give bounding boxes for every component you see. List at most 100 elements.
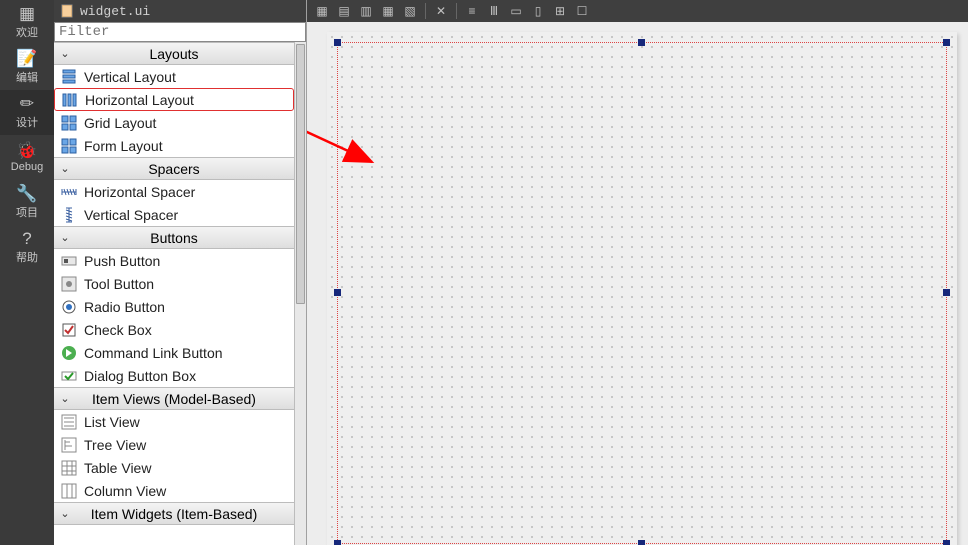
design-canvas[interactable]	[307, 22, 968, 545]
file-tab-name[interactable]: widget.ui	[80, 4, 150, 19]
radio-button-icon	[60, 298, 78, 316]
widget-item-label: Dialog Button Box	[84, 368, 196, 384]
dialog-button-box-icon	[60, 367, 78, 385]
widget-item-label: List View	[84, 414, 140, 430]
toolbar-button[interactable]: ≡	[463, 2, 481, 20]
chevron-down-icon: ⌄	[54, 162, 76, 175]
category-label: Layouts	[76, 46, 294, 62]
widget-item[interactable]: Tool Button	[54, 272, 294, 295]
toolbar-button[interactable]: ☐	[573, 2, 591, 20]
toolbar-button[interactable]: ▧	[401, 2, 419, 20]
mode-设计[interactable]: ✏ 设计	[0, 90, 54, 135]
mode-icon: 📝	[16, 50, 37, 67]
category-header[interactable]: ⌄Layouts	[54, 42, 294, 65]
scrollbar-thumb[interactable]	[296, 44, 305, 304]
widget-filter-input[interactable]	[54, 22, 306, 42]
category-label: Item Widgets (Item-Based)	[76, 506, 294, 522]
toolbar-button[interactable]: ▤	[335, 2, 353, 20]
form-layout-icon	[60, 137, 78, 155]
resize-handle-n[interactable]	[638, 39, 645, 46]
tree-view-icon	[60, 436, 78, 454]
widget-item-label: Command Link Button	[84, 345, 223, 361]
widget-item[interactable]: Radio Button	[54, 295, 294, 318]
resize-handle-ne[interactable]	[943, 39, 950, 46]
widget-item[interactable]: List View	[54, 410, 294, 433]
resize-handle-se[interactable]	[943, 540, 950, 545]
category-header[interactable]: ⌄Spacers	[54, 157, 294, 180]
widget-item[interactable]: Horizontal Spacer	[54, 180, 294, 203]
toolbar-button[interactable]: ▭	[507, 2, 525, 20]
widget-item[interactable]: Vertical Spacer	[54, 203, 294, 226]
scrollbar-vertical[interactable]	[294, 42, 306, 545]
toolbar-button[interactable]: ▦	[379, 2, 397, 20]
widget-item[interactable]: Push Button	[54, 249, 294, 272]
toolbar-separator	[425, 3, 426, 19]
widget-item-label: Horizontal Layout	[85, 92, 194, 108]
mode-icon: 🐞	[16, 142, 37, 159]
widget-item[interactable]: Column View	[54, 479, 294, 502]
mode-label: Debug	[11, 161, 43, 173]
mode-label: 欢迎	[16, 24, 38, 40]
category-header[interactable]: ⌄Buttons	[54, 226, 294, 249]
widget-list: ⌄LayoutsVertical LayoutHorizontal Layout…	[54, 42, 306, 545]
mode-编辑[interactable]: 📝编辑	[0, 45, 54, 90]
widget-item-label: Grid Layout	[84, 115, 156, 131]
mode-bar: ▦ 欢迎 📝编辑 ✏ 设计 🐞 Debug 🔧项目?帮助	[0, 0, 54, 545]
widget-box-column: widget.ui ⌄LayoutsVertical LayoutHorizon…	[54, 0, 307, 545]
grid-layout-icon	[60, 114, 78, 132]
category-header[interactable]: ⌄Item Widgets (Item-Based)	[54, 502, 294, 525]
horizontal-layout-icon	[61, 91, 79, 109]
toolbar-button[interactable]: ▯	[529, 2, 547, 20]
resize-handle-s[interactable]	[638, 540, 645, 545]
ui-file-icon	[60, 4, 74, 18]
command-link-button-icon	[60, 344, 78, 362]
chevron-down-icon: ⌄	[54, 507, 76, 520]
push-button-icon	[60, 252, 78, 270]
widget-item[interactable]: Form Layout	[54, 134, 294, 157]
tool-button-icon	[60, 275, 78, 293]
widget-item[interactable]: Table View	[54, 456, 294, 479]
table-view-icon	[60, 459, 78, 477]
widget-item[interactable]: Vertical Layout	[54, 65, 294, 88]
resize-handle-nw[interactable]	[334, 39, 341, 46]
close-icon[interactable]: ✕	[432, 2, 450, 20]
resize-handle-w[interactable]	[334, 289, 341, 296]
widget-item-label: Vertical Spacer	[84, 207, 178, 223]
widget-item-label: Radio Button	[84, 299, 165, 315]
mode-Debug[interactable]: 🐞 Debug	[0, 135, 54, 180]
right-panel: ▦ ▤ ▥ ▦ ▧ ✕ ≡ Ⅲ ▭ ▯ ⊞ ☐	[307, 0, 968, 545]
widget-item-label: Table View	[84, 460, 151, 476]
toolbar-button[interactable]: ▦	[313, 2, 331, 20]
mode-label: 设计	[16, 114, 38, 130]
widget-item[interactable]: Dialog Button Box	[54, 364, 294, 387]
mode-label: 项目	[16, 204, 38, 220]
widget-item-label: Tree View	[84, 437, 146, 453]
resize-handle-sw[interactable]	[334, 540, 341, 545]
horizontal-spacer-icon	[60, 183, 78, 201]
mode-label: 帮助	[16, 249, 38, 265]
mode-icon: ✏	[20, 95, 34, 112]
toolbar-button[interactable]: Ⅲ	[485, 2, 503, 20]
widget-item[interactable]: Command Link Button	[54, 341, 294, 364]
mode-帮助[interactable]: ?帮助	[0, 225, 54, 270]
designer-toolbar: ▦ ▤ ▥ ▦ ▧ ✕ ≡ Ⅲ ▭ ▯ ⊞ ☐	[307, 0, 968, 22]
category-label: Item Views (Model-Based)	[76, 391, 294, 407]
list-view-icon	[60, 413, 78, 431]
mode-icon: ▦	[19, 5, 35, 22]
toolbar-button[interactable]: ▥	[357, 2, 375, 20]
mode-项目[interactable]: 🔧项目	[0, 180, 54, 225]
widget-item[interactable]: Grid Layout	[54, 111, 294, 134]
form-widget[interactable]	[327, 32, 957, 545]
category-label: Buttons	[76, 230, 294, 246]
resize-handle-e[interactable]	[943, 289, 950, 296]
category-label: Spacers	[76, 161, 294, 177]
toolbar-button[interactable]: ⊞	[551, 2, 569, 20]
mode-欢迎[interactable]: ▦ 欢迎	[0, 0, 54, 45]
widget-item[interactable]: Check Box	[54, 318, 294, 341]
widget-item[interactable]: Horizontal Layout	[54, 88, 294, 111]
chevron-down-icon: ⌄	[54, 47, 76, 60]
widget-item[interactable]: Tree View	[54, 433, 294, 456]
category-header[interactable]: ⌄Item Views (Model-Based)	[54, 387, 294, 410]
vertical-spacer-icon	[60, 206, 78, 224]
chevron-down-icon: ⌄	[54, 392, 76, 405]
